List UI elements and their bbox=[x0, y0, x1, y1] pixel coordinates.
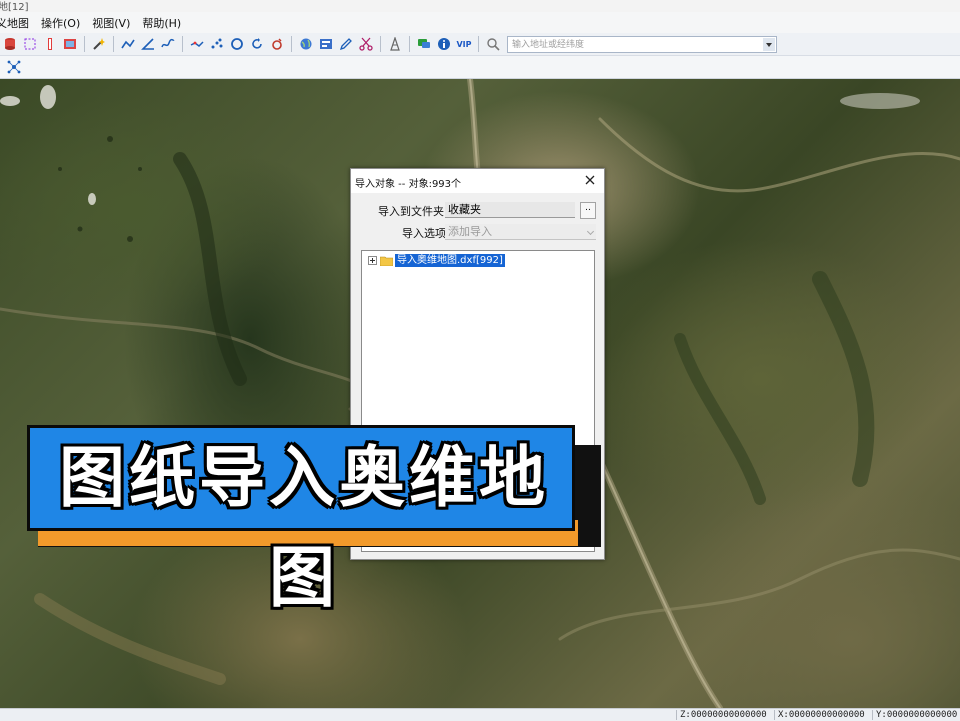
toolbar-separator bbox=[182, 36, 183, 52]
path-icon[interactable] bbox=[188, 35, 206, 53]
secondary-toolbar bbox=[0, 56, 960, 79]
toolbar-separator bbox=[84, 36, 85, 52]
menu-item-map[interactable]: 义地图 bbox=[0, 15, 35, 31]
angle-icon[interactable] bbox=[139, 35, 157, 53]
browse-button[interactable]: .. bbox=[580, 202, 596, 219]
tree-node[interactable]: 导入奥维地图.dxf[992] bbox=[368, 254, 505, 267]
status-bar: Z:00000000000000 X:00000000000000 Y:0000… bbox=[0, 708, 960, 721]
panel-icon[interactable] bbox=[317, 35, 335, 53]
freehand-icon[interactable] bbox=[159, 35, 177, 53]
search-icon[interactable] bbox=[484, 35, 502, 53]
circle-icon[interactable] bbox=[228, 35, 246, 53]
points-icon[interactable] bbox=[208, 35, 226, 53]
toolbar-separator bbox=[478, 36, 479, 52]
ruler-icon[interactable] bbox=[41, 35, 59, 53]
menu-bar: 义地图 操作(O) 视图(V) 帮助(H) bbox=[0, 12, 960, 33]
z-coordinate: Z:00000000000000 bbox=[676, 710, 767, 720]
address-search-input[interactable] bbox=[508, 38, 760, 51]
tower-icon[interactable] bbox=[386, 35, 404, 53]
toolbar-separator bbox=[113, 36, 114, 52]
menu-item-view[interactable]: 视图(V) bbox=[86, 15, 136, 31]
window-title: 地[12] bbox=[0, 2, 29, 12]
folder-field[interactable]: 收藏夹 bbox=[445, 202, 575, 218]
option-label: 导入选项 bbox=[402, 227, 446, 240]
toolbar-separator bbox=[409, 36, 410, 52]
picture-icon[interactable] bbox=[61, 35, 79, 53]
network-icon[interactable] bbox=[5, 58, 23, 76]
vip-label: VIP bbox=[456, 39, 472, 49]
rotate-icon[interactable] bbox=[248, 35, 266, 53]
undo-circle-icon[interactable] bbox=[268, 35, 286, 53]
magic-pen-icon[interactable] bbox=[90, 35, 108, 53]
chat-icon[interactable] bbox=[415, 35, 433, 53]
search-dropdown-button[interactable] bbox=[763, 37, 775, 51]
address-search-box[interactable] bbox=[507, 35, 777, 53]
expand-icon[interactable] bbox=[368, 256, 377, 265]
window-title-bar: 地[12] bbox=[0, 0, 960, 12]
toolbar-separator bbox=[291, 36, 292, 52]
dialog-title: 导入对象 -- 对象:993个 bbox=[355, 179, 462, 190]
scissors-icon[interactable] bbox=[357, 35, 375, 53]
tree-node-label[interactable]: 导入奥维地图.dxf[992] bbox=[395, 254, 505, 267]
info-icon[interactable] bbox=[435, 35, 453, 53]
select-rect-icon[interactable] bbox=[21, 35, 39, 53]
menu-item-operate[interactable]: 操作(O) bbox=[35, 15, 86, 31]
dialog-title-bar: 导入对象 -- 对象:993个 bbox=[351, 169, 604, 193]
cylinder-icon[interactable] bbox=[1, 35, 19, 53]
close-icon[interactable] bbox=[582, 172, 598, 188]
banner-text: 图纸导入奥维地图 bbox=[59, 439, 549, 616]
main-toolbar: VIP bbox=[0, 33, 960, 56]
polyline-icon[interactable] bbox=[119, 35, 137, 53]
import-option-select[interactable]: 添加导入 bbox=[445, 224, 596, 240]
pencil-icon[interactable] bbox=[337, 35, 355, 53]
folder-label: 导入到文件夹 bbox=[378, 205, 444, 218]
toolbar-separator bbox=[380, 36, 381, 52]
title-banner: 图纸导入奥维地图 bbox=[27, 425, 575, 616]
menu-item-help[interactable]: 帮助(H) bbox=[136, 15, 187, 31]
x-coordinate: X:00000000000000 bbox=[774, 710, 865, 720]
y-coordinate: Y:0000000000000 bbox=[872, 710, 957, 720]
globe-icon[interactable] bbox=[297, 35, 315, 53]
folder-icon bbox=[380, 256, 393, 266]
vip-icon[interactable]: VIP bbox=[455, 35, 473, 53]
